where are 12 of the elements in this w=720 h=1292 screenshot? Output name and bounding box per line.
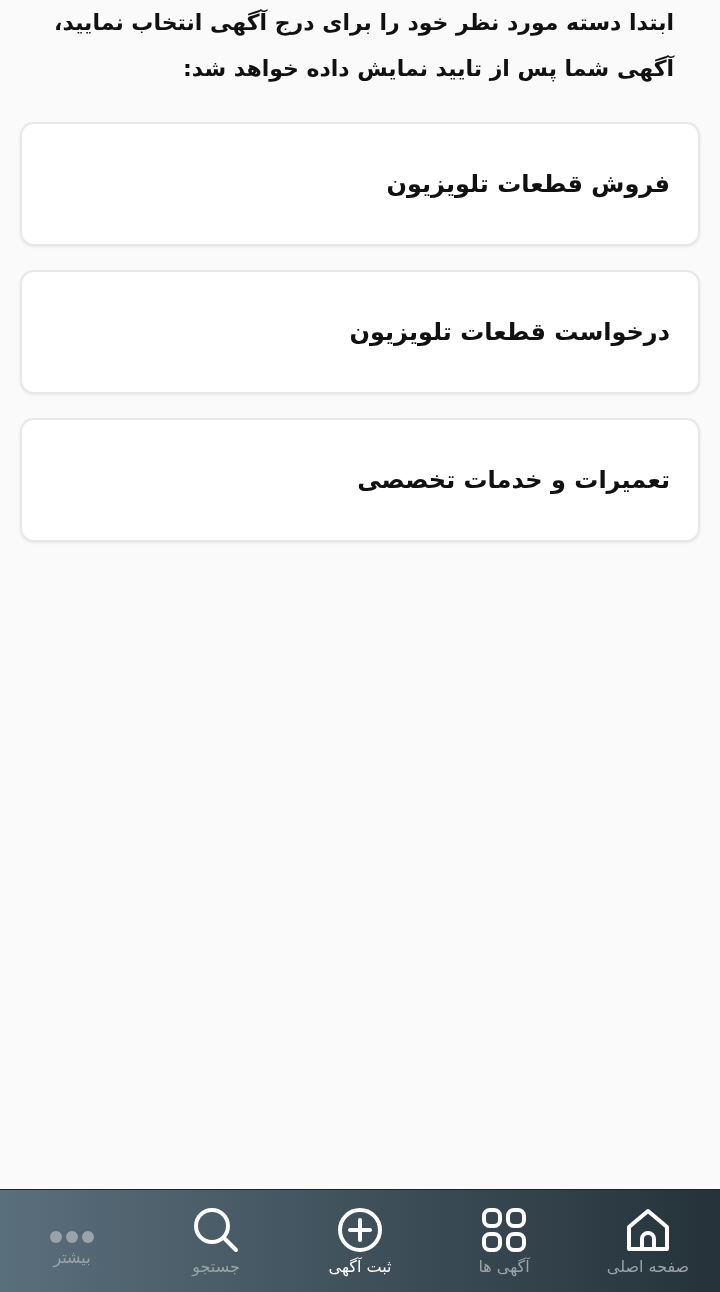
add-icon — [337, 1206, 383, 1253]
grid-icon — [481, 1206, 527, 1253]
category-card[interactable]: درخواست قطعات تلویزیون — [20, 270, 700, 394]
category-card[interactable]: تعمیرات و خدمات تخصصی — [20, 418, 700, 542]
nav-item[interactable]: صفحه اصلی — [576, 1190, 720, 1292]
nav-item[interactable]: ثبت آگهی — [288, 1190, 432, 1292]
intro-text: ابتدا دسته مورد نظر خود را برای درج آگهی انتخاب نمایید، آگهی شما پس از تایید نمایش داده خواهد شد: — [53, 8, 674, 84]
search-icon — [193, 1206, 239, 1253]
home-icon — [625, 1206, 671, 1253]
category-card[interactable]: فروش قطعات تلویزیون — [20, 122, 700, 246]
nav-item[interactable]: آگهی ها — [432, 1190, 576, 1292]
more-icon — [49, 1229, 95, 1244]
